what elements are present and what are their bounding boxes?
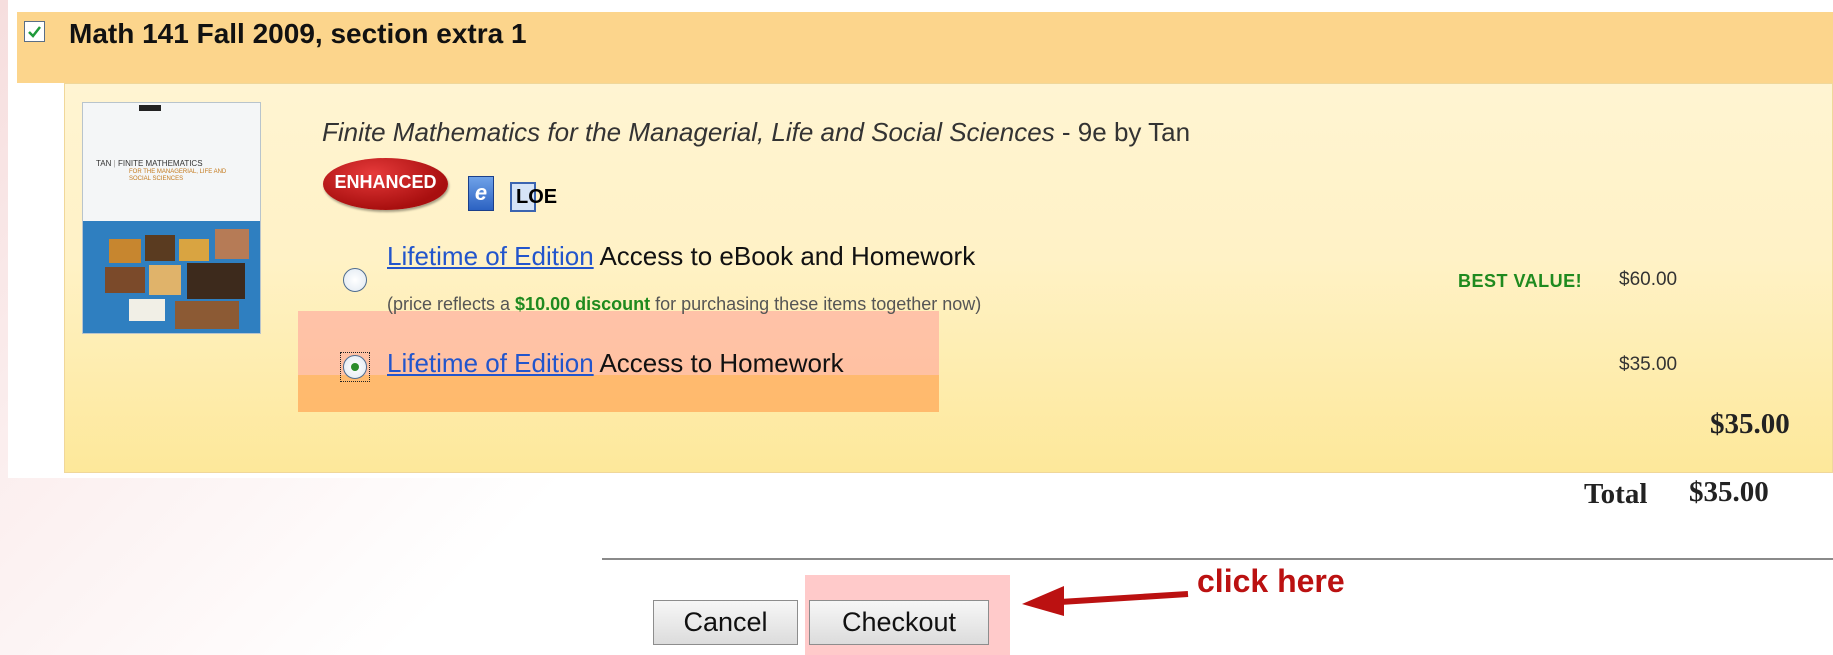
option-2-text: Access to Homework bbox=[593, 348, 844, 378]
option-2-price: $35.00 bbox=[1619, 354, 1678, 375]
cover-title-line: TAN | FINITE MATHEMATICS bbox=[96, 159, 203, 168]
best-value-badge: BEST VALUE! bbox=[1458, 271, 1583, 291]
divider bbox=[602, 558, 1833, 560]
cover-tile bbox=[129, 299, 165, 321]
option-2-radio[interactable] bbox=[343, 355, 367, 379]
cover-tile bbox=[109, 239, 141, 263]
option-1-note: (price reflects a $10.00 discount for pu… bbox=[387, 294, 981, 315]
checkout-button[interactable]: Checkout bbox=[809, 600, 989, 645]
cover-tag bbox=[139, 105, 161, 111]
book-title-suffix: - 9e by Tan bbox=[1054, 117, 1191, 147]
total-value: $35.00 bbox=[1689, 476, 1769, 508]
cover-tile bbox=[179, 239, 209, 261]
book-title: Finite Mathematics for the Managerial, L… bbox=[322, 117, 1190, 148]
option-1-link[interactable]: Lifetime of Edition bbox=[387, 241, 594, 271]
book-title-italic: Finite Mathematics for the Managerial, L… bbox=[322, 117, 1055, 147]
enhanced-badge: ENHANCED bbox=[323, 158, 448, 210]
note-prefix: (price reflects a bbox=[387, 294, 516, 314]
course-title: Math 141 Fall 2009, section extra 1 bbox=[69, 18, 527, 49]
cover-tile bbox=[145, 235, 175, 261]
book-cover-image: TAN | FINITE MATHEMATICS FOR THE MANAGER… bbox=[82, 102, 261, 334]
click-here-annotation: click here bbox=[1197, 563, 1345, 599]
cover-subtitle: FOR THE MANAGERIAL, LIFE AND SOCIAL SCIE… bbox=[129, 169, 227, 182]
option-2-label: Lifetime of Edition Access to Homework bbox=[387, 348, 844, 379]
total-label: Total bbox=[1584, 478, 1648, 510]
cancel-button[interactable]: Cancel bbox=[653, 600, 798, 645]
option-1-price: $60.00 bbox=[1619, 269, 1678, 290]
option-highlight-lower bbox=[298, 375, 939, 412]
cover-title: FINITE MATHEMATICS bbox=[117, 159, 203, 168]
option-1-radio[interactable] bbox=[343, 268, 367, 292]
cover-tile bbox=[105, 267, 145, 293]
course-checkbox[interactable] bbox=[24, 21, 45, 42]
cover-tile bbox=[215, 229, 249, 259]
annotation-arrow-icon bbox=[1022, 586, 1189, 616]
ebook-icon: e bbox=[468, 176, 494, 211]
cover-tile bbox=[149, 265, 181, 295]
note-discount: $10.00 discount bbox=[515, 294, 651, 314]
cover-tile bbox=[187, 263, 245, 299]
checkmark-icon bbox=[28, 26, 41, 38]
option-1-text: Access to eBook and Homework bbox=[593, 241, 976, 271]
note-suffix: for purchasing these items together now) bbox=[650, 294, 982, 314]
cover-author: TAN bbox=[96, 159, 112, 168]
radio-selected-dot bbox=[351, 363, 359, 371]
loe-icon-label: LOE bbox=[516, 186, 558, 208]
option-2-link[interactable]: Lifetime of Edition bbox=[387, 348, 594, 378]
cover-tile bbox=[175, 301, 239, 329]
option-1-label: Lifetime of Edition Access to eBook and … bbox=[387, 241, 975, 272]
course-subtotal: $35.00 bbox=[1710, 408, 1790, 440]
